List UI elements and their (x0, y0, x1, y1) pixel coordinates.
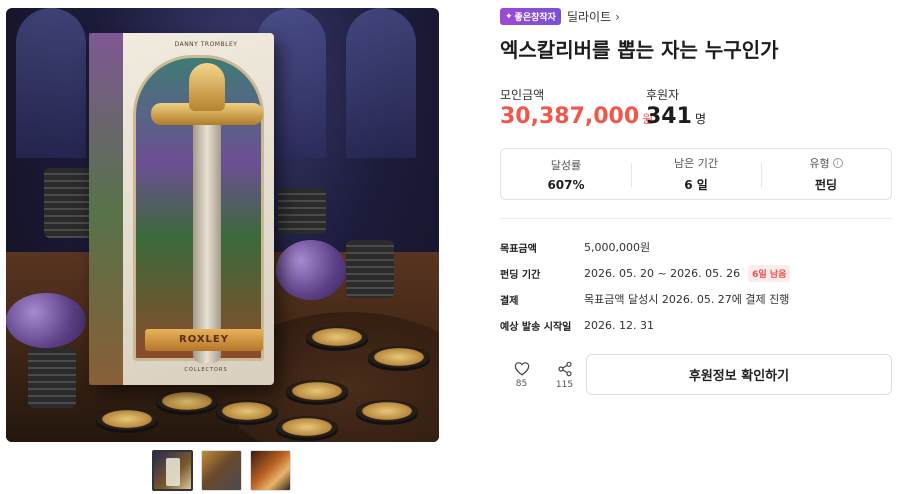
detail-row-shipping: 예상 발송 시작일 2026. 12. 31 (500, 312, 892, 338)
coin-token (306, 326, 368, 348)
period-value-wrap: 2026. 05. 20 ~ 2026. 05. 26 6일 남음 (584, 264, 791, 282)
goal-label: 목표금액 (500, 243, 537, 255)
like-count: 85 (515, 379, 528, 389)
token-stack (28, 348, 76, 408)
raised-amount: 30,387,000 원 (500, 104, 653, 129)
coin-token (276, 416, 338, 438)
coin-token (356, 400, 418, 422)
coin-token (96, 408, 158, 430)
shipping-label: 예상 발송 시작일 (500, 321, 572, 333)
shipping-value: 2026. 12. 31 (584, 318, 654, 332)
thumbnail-strip (152, 450, 291, 491)
backers-label: 후원자 (646, 88, 680, 102)
heart-icon (514, 362, 529, 376)
share-icon (557, 361, 572, 376)
detail-row-payment: 결제 목표금액 달성시 2026. 05. 27에 결제 진행 (500, 286, 892, 312)
type-label: 유형 (809, 157, 830, 170)
creator-row: ✦ 좋은창작자 딜라이트 › (500, 8, 620, 25)
sword-grip (189, 63, 225, 111)
good-creator-badge: ✦ 좋은창작자 (500, 8, 561, 25)
game-box: DANNY TROMBLEY ROXLEY COLLECTORS (89, 33, 274, 385)
action-bar: 85 115 후원정보 확인하기 (500, 354, 892, 396)
achievement-value: 607% (547, 177, 585, 192)
remaining-label: 남은 기간 (674, 157, 718, 170)
chevron-right-icon: › (615, 9, 620, 24)
coin-token (216, 400, 278, 422)
coin-token (368, 346, 430, 368)
sparkle-icon: ✦ (505, 11, 513, 22)
divider (500, 218, 892, 219)
creator-link[interactable]: 딜라이트 › (567, 8, 620, 25)
badge-label: 좋은창작자 (514, 13, 556, 23)
detail-row-goal: 목표금액 5,000,000원 (500, 234, 892, 260)
summary-achievement: 달성률 607% (501, 149, 631, 199)
share-count: 115 (555, 379, 574, 390)
remaining-value: 6 일 (684, 178, 708, 192)
support-info-button[interactable]: 후원정보 확인하기 (586, 354, 892, 395)
coin-token (286, 380, 348, 402)
box-side-art (89, 33, 123, 385)
thumbnail-2[interactable] (201, 450, 242, 491)
project-details: 목표금액 5,000,000원 펀딩 기간 2026. 05. 20 ~ 202… (500, 234, 892, 338)
days-left-tag: 6일 남음 (748, 264, 791, 282)
product-hero-image: DANNY TROMBLEY ROXLEY COLLECTORS (6, 8, 439, 442)
project-title: 엑스칼리버를 뽑는 자는 누구인가 (500, 38, 779, 62)
token-stack (346, 240, 394, 298)
payment-label: 결제 (500, 295, 519, 307)
creator-name: 딜라이트 (566, 10, 612, 24)
token-stack (278, 188, 326, 234)
like-button[interactable]: 85 (500, 361, 543, 389)
period-label: 펀딩 기간 (500, 269, 541, 281)
info-icon[interactable]: i (832, 158, 843, 168)
funding-summary-box: 달성률 607% 남은 기간 6 일 유형 i 펀딩 (500, 148, 892, 200)
grapes (276, 240, 346, 300)
share-button[interactable]: 115 (543, 361, 586, 390)
backers-value: 341 (646, 104, 692, 129)
box-banner: ROXLEY (145, 329, 263, 351)
grapes (6, 293, 86, 348)
goal-value: 5,000,000원 (584, 241, 651, 254)
summary-remaining: 남은 기간 6 일 (631, 149, 761, 199)
coin-token (156, 390, 218, 412)
bg-window (16, 8, 86, 158)
raised-value: 30,387,000 (500, 104, 640, 129)
achievement-label: 달성률 (550, 158, 582, 172)
raised-label: 모인금액 (500, 88, 545, 102)
thumbnail-box-art (166, 458, 180, 486)
type-value: 펀딩 (814, 178, 838, 192)
backers-count: 341 명 (646, 104, 706, 129)
period-value: 2026. 05. 20 ~ 2026. 05. 26 (584, 266, 741, 280)
thumbnail-1[interactable] (152, 450, 193, 491)
token-stack (44, 168, 92, 238)
box-footer-text: COLLECTORS (184, 367, 228, 373)
bg-window (346, 8, 416, 158)
payment-value: 목표금액 달성시 2026. 05. 27에 결제 진행 (584, 293, 790, 306)
detail-row-period: 펀딩 기간 2026. 05. 20 ~ 2026. 05. 26 6일 남음 (500, 260, 892, 286)
summary-type: 유형 i 펀딩 (761, 149, 891, 199)
box-author-text: DANNY TROMBLEY (174, 41, 238, 48)
thumbnail-3[interactable] (250, 450, 291, 491)
type-label-row: 유형 i (809, 155, 843, 171)
backers-unit: 명 (694, 112, 706, 126)
